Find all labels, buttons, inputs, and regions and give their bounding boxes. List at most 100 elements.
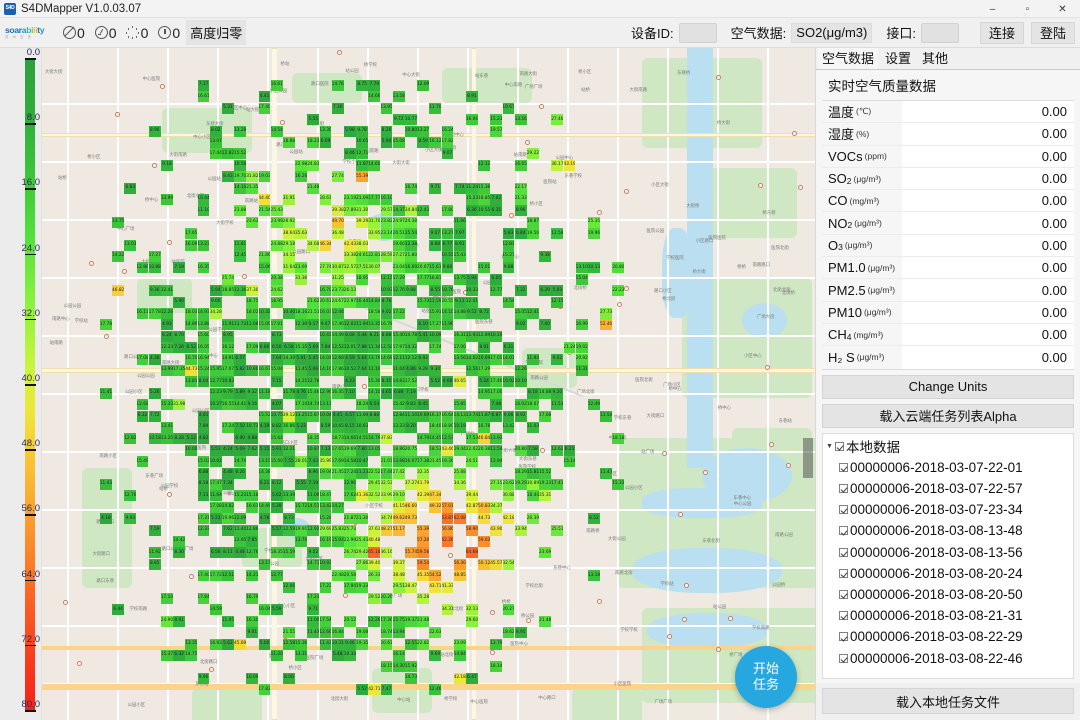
measurement-cell: 43.19 <box>563 159 576 171</box>
tree-root-node[interactable]: ▼ 本地数据 <box>823 436 1073 457</box>
measurement-cell: 6.52 <box>185 342 198 354</box>
tree-item[interactable]: 00000006-2018-03-08-20-24 <box>823 563 1073 584</box>
altitude-zero-button[interactable]: 高度归零 <box>186 20 247 45</box>
checkbox[interactable] <box>839 462 848 472</box>
checkbox[interactable] <box>839 547 848 557</box>
color-scale-tick-label: 48.0 <box>21 438 41 450</box>
checkbox[interactable] <box>839 526 848 536</box>
tree-item[interactable]: 00000006-2018-03-08-21-31 <box>823 605 1073 626</box>
tree-item[interactable]: 00000006-2018-03-08-13-56 <box>823 542 1073 563</box>
measurement-cell: 11.70 <box>429 102 442 114</box>
measurement-cell: 30.89 <box>527 479 539 491</box>
measurement-cell: 16.94 <box>197 353 210 365</box>
color-scale-tick <box>25 514 36 516</box>
stat-compass-value: 0 <box>172 24 181 41</box>
measurement-cell: 34.68 <box>307 239 320 251</box>
change-units-button[interactable]: Change Units <box>822 374 1074 399</box>
device-id-input[interactable] <box>678 22 717 43</box>
checkbox[interactable] <box>839 632 848 642</box>
start-task-line2: 任务 <box>752 677 779 692</box>
measurement-cell: 16.35 <box>331 387 344 399</box>
load-cloud-tasklist-button[interactable]: 载入云端任务列表Alpha <box>822 403 1074 428</box>
tree-item-label: 00000006-2018-03-07-22-01 <box>850 459 1023 475</box>
measurement-cell: 15.85 <box>453 399 466 411</box>
measurement-cell: 7.85 <box>246 536 259 548</box>
load-local-task-button[interactable]: 载入本地任务文件 <box>822 688 1074 714</box>
measurement-cell: 18.29 <box>514 467 527 479</box>
tree-item[interactable]: 00000006-2018-03-08-20-50 <box>823 584 1073 605</box>
login-button[interactable]: 登陆 <box>1030 21 1075 44</box>
measurement-cell: 7.19 <box>307 479 320 491</box>
close-icon[interactable]: ✕ <box>1045 0 1080 18</box>
measurement-cell: 13.30 <box>319 125 332 137</box>
measurement-cell: 25.73 <box>344 524 356 536</box>
measurement-cell: 4.68 <box>441 376 454 388</box>
measurement-cell: 16.79 <box>246 593 259 605</box>
measurement-cell: 17.40 <box>258 102 271 114</box>
checkbox[interactable] <box>839 505 848 515</box>
port-input[interactable] <box>920 22 959 43</box>
measurement-cell: 10.75 <box>270 410 283 422</box>
measurement-cell: 14.89 <box>185 319 198 331</box>
checkbox[interactable] <box>839 653 848 663</box>
measurement-cell: 6.87 <box>490 410 503 422</box>
checkbox[interactable] <box>839 589 848 599</box>
measurement-cell: 13.39 <box>283 490 295 502</box>
tab-0[interactable]: 空气数据 <box>818 47 879 69</box>
measurement-cell: 23.69 <box>539 547 552 559</box>
measurement-cell: 11.69 <box>356 410 369 422</box>
measurement-cell: 11.18 <box>258 387 271 399</box>
measurement-cell: 12.92 <box>307 524 320 536</box>
measurement-cell: 14.41 <box>234 399 247 411</box>
checkbox[interactable] <box>839 568 848 578</box>
measurement-cell: 44.73 <box>185 365 198 377</box>
connect-button[interactable]: 连接 <box>979 21 1024 44</box>
tree-item[interactable]: 00000006-2018-03-08-22-46 <box>823 647 1073 668</box>
air-quality-row-value: 0.00 <box>1041 193 1067 209</box>
measurement-cell: 13.27 <box>441 228 454 240</box>
start-task-button[interactable]: 开始 任务 <box>735 646 797 708</box>
checkbox[interactable] <box>839 484 848 494</box>
checkbox[interactable] <box>839 611 848 621</box>
chevron-down-icon[interactable]: ▼ <box>826 442 835 451</box>
map-canvas[interactable]: 中心医院 桥广场 公园站 站公园 公园桥 南路公园 路口东巷 大街公园 东巷北街 公园学校 学校医院… <box>42 48 815 720</box>
maximize-icon[interactable]: ▫ <box>1010 0 1045 18</box>
measurement-cell: 38.03 <box>356 239 369 251</box>
measurement-cell: 16.93 <box>209 638 222 650</box>
measurement-cell: 13.15 <box>258 456 271 468</box>
tree-item[interactable]: 00000006-2018-03-07-22-57 <box>823 478 1073 499</box>
tree-item[interactable]: 00000006-2018-03-08-22-29 <box>823 626 1073 647</box>
measurement-cell: 15.40 <box>392 330 405 342</box>
tree-item[interactable]: 00000006-2018-03-07-22-01 <box>823 457 1073 478</box>
minimize-icon[interactable]: – <box>975 0 1010 18</box>
air-data-select[interactable]: SO2(μg/m3) <box>791 22 873 43</box>
measurement-cell: 17.44 <box>380 467 393 479</box>
measurement-cell: 63.87 <box>441 513 454 525</box>
measurement-grid-overlay: 7.17 16.61 14.76 8.75 7.79 12.09 16.61 4.41 14.6… <box>42 48 815 720</box>
air-quality-row-label: CO (mg/m³) <box>822 190 902 212</box>
tree-item[interactable]: 00000006-2018-03-07-23-34 <box>823 499 1073 520</box>
measurement-cell: 55.39 <box>356 171 369 183</box>
measurement-cell: 14.71 <box>307 558 320 570</box>
measurement-cell: 15.04 <box>331 536 344 548</box>
checkbox[interactable] <box>835 441 844 451</box>
measurement-cell: 15.18 <box>246 490 259 502</box>
measurement-cell: 27.46 <box>551 114 564 126</box>
tab-2[interactable]: 其他 <box>918 47 952 69</box>
measurement-cell: 7.55 <box>283 456 295 468</box>
measurement-cell: 21.62 <box>307 296 320 308</box>
tab-1[interactable]: 设置 <box>881 47 915 69</box>
measurement-cell: 13.74 <box>466 410 478 422</box>
local-data-tree[interactable]: ▼ 本地数据 00000006-2018-03-07-22-01 00000006-2… <box>822 432 1074 679</box>
measurement-cell: 4.86 <box>405 365 417 377</box>
measurement-cell: 14.38 <box>258 467 271 479</box>
measurement-cell: 4.48 <box>222 467 234 479</box>
measurement-cell: 18.75 <box>246 296 259 308</box>
measurement-cell: 10.02 <box>209 456 222 468</box>
tree-item[interactable]: 00000006-2018-03-08-13-48 <box>823 520 1073 541</box>
measurement-cell: 12.82 <box>124 433 137 445</box>
measurement-cell: 23.62 <box>502 479 515 491</box>
map-vertical-scrollbar[interactable] <box>803 438 813 478</box>
measurement-cell: 56.30 <box>453 558 466 570</box>
measurement-cell: 14.54 <box>502 296 515 308</box>
